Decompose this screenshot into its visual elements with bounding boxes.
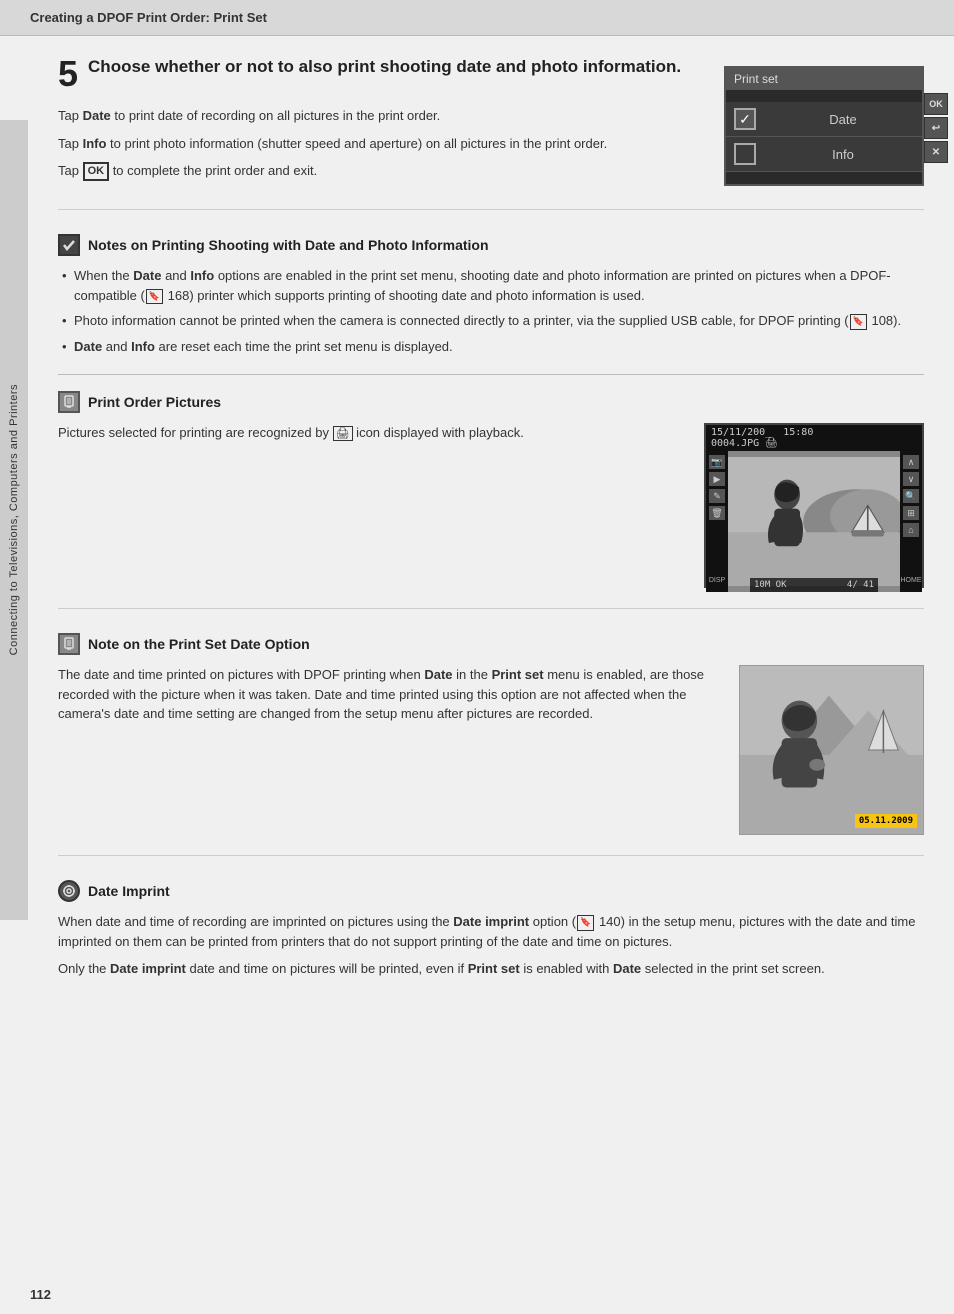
- step-5-title: 5 Choose whether or not to also print sh…: [58, 56, 704, 92]
- header-title: Creating a DPOF Print Order: Print Set: [30, 10, 267, 25]
- divider-1: [58, 374, 924, 375]
- step-5-body: Tap Date to print date of recording on a…: [58, 106, 704, 181]
- notes-item-3: Date and Info are reset each time the pr…: [58, 337, 924, 357]
- camera-ui-wrapper: Print set Date Info OK ↩ ✕: [724, 66, 924, 189]
- camera-icon: 📷: [709, 455, 725, 469]
- down-icon: ∨: [903, 472, 919, 486]
- camera-x-btn[interactable]: ✕: [924, 141, 948, 163]
- print-order-text: Pictures selected for printing are recog…: [58, 423, 684, 588]
- photo-thumbnail: 05.11.2009: [739, 665, 924, 835]
- playback-sidebar: 📷 ▶ ✎ 🗑: [706, 451, 728, 592]
- date-option-section: Note on the Print Set Date Option The da…: [58, 633, 924, 856]
- date-option-body: The date and time printed on pictures wi…: [58, 665, 719, 724]
- step-number: 5: [58, 56, 78, 92]
- step-5-para2: Tap Info to print photo information (shu…: [58, 134, 704, 154]
- camera-ui-info-label: Info: [764, 147, 922, 162]
- disp-label: DISP: [706, 575, 728, 586]
- print-order-content: Pictures selected for printing are recog…: [58, 423, 924, 588]
- pencil-svg-2: [62, 637, 76, 651]
- edit-icon: ✎: [709, 489, 725, 503]
- date-option-text: The date and time printed on pictures wi…: [58, 665, 719, 835]
- date-checkbox[interactable]: [734, 108, 756, 130]
- playback-main: 📷 ▶ ✎ 🗑: [706, 451, 922, 592]
- camera-ok-btn[interactable]: OK: [924, 93, 948, 115]
- page-number: 112: [30, 1287, 51, 1302]
- print-order-header: Print Order Pictures: [58, 391, 924, 413]
- side-tab: Connecting to Televisions, Computers and…: [0, 120, 28, 920]
- date-imprint-title: Date Imprint: [88, 883, 170, 899]
- delete-icon: 🗑: [709, 506, 725, 520]
- page-header: Creating a DPOF Print Order: Print Set: [0, 0, 954, 36]
- step-5-para3: Tap OK to complete the print order and e…: [58, 161, 704, 181]
- notes-item-2: Photo information cannot be printed when…: [58, 311, 924, 331]
- notes-title: Notes on Printing Shooting with Date and…: [88, 237, 489, 253]
- photo-date-stamp: 05.11.2009: [855, 814, 917, 828]
- date-option-title: Note on the Print Set Date Option: [88, 636, 310, 652]
- playback-header: 15/11/200_ 15:800004.JPG 🖨: [706, 425, 922, 451]
- date-option-content: The date and time printed on pictures wi…: [58, 665, 924, 835]
- date-imprint-header: Date Imprint: [58, 880, 924, 902]
- camera-ui-row-info: Info: [726, 137, 922, 172]
- notes-section: Notes on Printing Shooting with Date and…: [58, 234, 924, 356]
- print-order-title: Print Order Pictures: [88, 394, 221, 410]
- date-imprint-para2: Only the Date imprint date and time on p…: [58, 959, 924, 979]
- step-5-section: 5 Choose whether or not to also print sh…: [58, 56, 924, 210]
- camera-playback: 15/11/200_ 15:800004.JPG 🖨 📷 ▶ ✎ 🗑: [704, 423, 924, 588]
- date-option-header: Note on the Print Set Date Option: [58, 633, 924, 655]
- playback-image: 10M OK 4/ 41: [728, 451, 900, 592]
- camera-ui-buttons: OK ↩ ✕: [924, 93, 948, 163]
- camera-gear-svg: [62, 884, 76, 898]
- play-icon: ▶: [709, 472, 725, 486]
- date-imprint-para1: When date and time of recording are impr…: [58, 912, 924, 951]
- print-order-body: Pictures selected for printing are recog…: [58, 423, 684, 443]
- camera-gear-icon: [58, 880, 80, 902]
- camera-ui-row-date: Date: [726, 102, 922, 137]
- camera-ui-date-label: Date: [764, 112, 922, 127]
- step-5-para1: Tap Date to print date of recording on a…: [58, 106, 704, 126]
- grid-icon: ⊞: [903, 506, 919, 520]
- photo-illustration: [740, 666, 923, 834]
- print-order-section: Print Order Pictures Pictures selected f…: [58, 391, 924, 609]
- pencil-icon-1: [58, 391, 80, 413]
- camera-back-btn[interactable]: ↩: [924, 117, 948, 139]
- camera-ui: Print set Date Info OK ↩ ✕: [724, 66, 924, 186]
- up-icon: ∧: [903, 455, 919, 469]
- step-5-left: 5 Choose whether or not to also print sh…: [58, 56, 704, 189]
- pencil-icon-2: [58, 633, 80, 655]
- pencil-svg-1: [62, 395, 76, 409]
- notes-header: Notes on Printing Shooting with Date and…: [58, 234, 924, 256]
- camera-ui-title: Print set: [726, 68, 922, 90]
- checkmark-icon: [58, 234, 80, 256]
- home-icon-right: ⌂: [903, 523, 919, 537]
- main-content: 5 Choose whether or not to also print sh…: [28, 36, 954, 1029]
- playback-bottom: 10M OK 4/ 41: [750, 578, 878, 592]
- check-svg: [62, 238, 76, 252]
- step-5-title-text: Choose whether or not to also print shoo…: [88, 57, 681, 76]
- ok-symbol: OK: [83, 162, 110, 181]
- notes-item-1: When the Date and Info options are enabl…: [58, 266, 924, 305]
- date-imprint-section: Date Imprint When date and time of recor…: [58, 880, 924, 979]
- date-imprint-body: When date and time of recording are impr…: [58, 912, 924, 979]
- playback-right: ∧ ∨ 🔍 ⊞ ⌂: [900, 451, 922, 592]
- notes-list: When the Date and Info options are enabl…: [58, 266, 924, 356]
- home-label: HOME: [900, 575, 922, 586]
- notes-body: When the Date and Info options are enabl…: [58, 266, 924, 356]
- zoom-icon: 🔍: [903, 489, 919, 503]
- info-checkbox[interactable]: [734, 143, 756, 165]
- side-tab-text: Connecting to Televisions, Computers and…: [8, 384, 20, 655]
- playback-illustration: [728, 451, 900, 592]
